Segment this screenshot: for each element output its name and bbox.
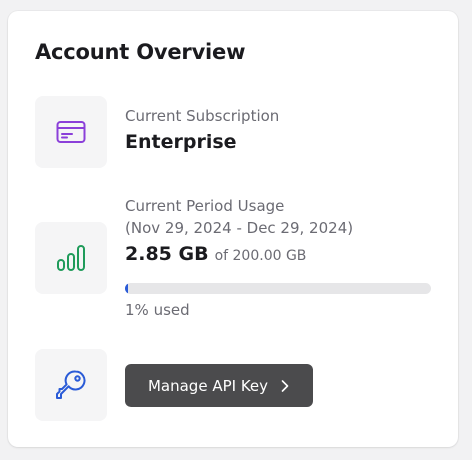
usage-amount-line: 2.85 GB of 200.00 GB (125, 243, 353, 265)
credit-card-icon-box (35, 96, 107, 168)
subscription-info: Current Subscription Enterprise (125, 105, 279, 155)
manage-api-key-label: Manage API Key (147, 376, 269, 395)
manage-api-key-button[interactable]: Manage API Key (125, 364, 313, 407)
usage-progress-bar (125, 283, 431, 294)
usage-total: of 200.00 GB (214, 248, 307, 264)
usage-period: (Nov 29, 2024 - Dec 29, 2024) (125, 219, 354, 237)
subscription-label: Current Subscription (125, 107, 280, 125)
usage-amount: 2.85 GB (125, 243, 209, 265)
key-icon-box (35, 349, 107, 421)
key-icon (56, 370, 86, 399)
card-title: Account Overview (35, 40, 246, 64)
bar-chart-icon (57, 245, 85, 271)
credit-card-icon (56, 121, 86, 143)
usage-row (35, 222, 107, 294)
account-overview-card: Account Overview Current Subscription En… (8, 11, 458, 447)
usage-percent-text: 1% used (125, 301, 190, 319)
subscription-value: Enterprise (125, 131, 237, 153)
api-key-row (35, 349, 107, 421)
usage-label: Current Period Usage (125, 197, 285, 215)
usage-info: Current Period Usage (Nov 29, 2024 - Dec… (125, 195, 353, 265)
chevron-right-icon (281, 379, 289, 392)
usage-progress-fill (125, 283, 129, 294)
subscription-row (35, 96, 107, 168)
bar-chart-icon-box (35, 222, 107, 294)
